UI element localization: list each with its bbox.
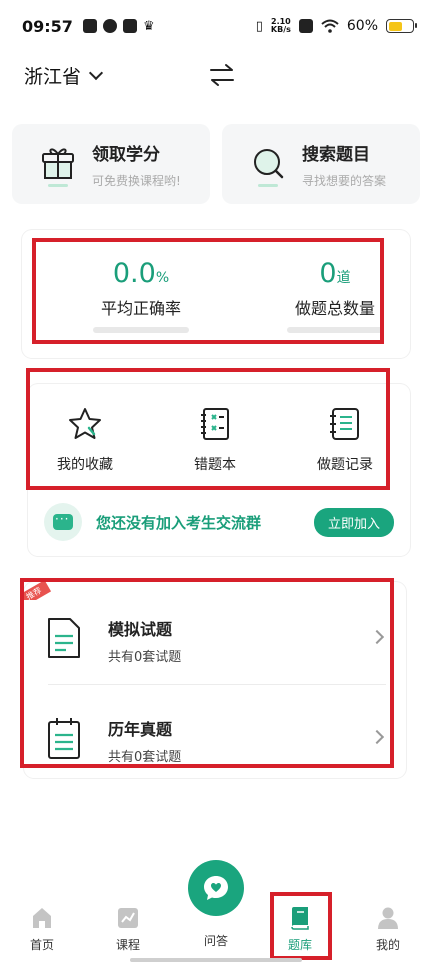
chart-icon <box>118 908 138 928</box>
province-selector[interactable]: 浙江省 <box>24 62 104 89</box>
chevron-down-icon <box>88 65 104 80</box>
person-icon <box>378 907 398 929</box>
question-count-label: 做题总数量 <box>294 299 375 318</box>
tab-profile[interactable]: 我的 <box>358 906 418 953</box>
search-icon <box>254 149 284 187</box>
question-count-value: 0道 <box>319 258 351 289</box>
tab-question-bank-label: 题库 <box>287 938 312 952</box>
record-icon <box>330 408 359 440</box>
message-icon <box>122 19 137 33</box>
wrong-book-icon <box>201 408 229 440</box>
accuracy-bar <box>93 327 189 333</box>
app-notification-icon <box>102 19 117 33</box>
accuracy-value: 0.0% <box>112 258 170 289</box>
past-exam-title: 历年真题 <box>108 720 173 739</box>
vibrate-icon: ▯ <box>255 18 263 34</box>
wrong-book-label: 错题本 <box>194 457 236 473</box>
status-time: 09:57 <box>22 16 73 36</box>
search-questions-subtitle: 寻找想要的答案 <box>302 174 387 188</box>
group-banner-text: 您还没有加入考生交流群 <box>96 513 262 532</box>
claim-credits-subtitle: 可免费换课程哟! <box>92 174 181 188</box>
top-header: 浙江省 <box>0 56 432 96</box>
past-exam-subtitle: 共有0套试题 <box>108 750 182 765</box>
battery-percent: 60% <box>346 18 378 34</box>
stats-card: 0.0% 平均正确率 0道 做题总数量 <box>22 230 410 358</box>
chevron-right-icon <box>369 729 385 745</box>
favorites-label: 我的收藏 <box>57 457 113 473</box>
accuracy-label: 平均正确率 <box>100 299 181 318</box>
battery-icon <box>386 19 417 33</box>
gift-icon <box>42 148 74 187</box>
practice-record-tool[interactable]: 做题记录 <box>290 406 400 474</box>
bottom-tab-bar: 首页 课程 问答 题库 我的 <box>0 900 432 964</box>
clipboard-icon <box>48 718 80 759</box>
claim-credits-card[interactable]: 领取学分 可免费换课程哟! <box>12 124 210 204</box>
accuracy-stat: 0.0% 平均正确率 <box>66 258 216 333</box>
chevron-right-icon <box>369 629 385 645</box>
wifi-icon <box>321 19 339 33</box>
question-count-bar <box>287 327 383 333</box>
mock-exam-row[interactable]: 模拟试题 共有0套试题 <box>28 590 398 686</box>
mock-exam-subtitle: 共有0套试题 <box>108 650 182 665</box>
join-group-button[interactable]: 立即加入 <box>313 507 394 537</box>
question-count-stat: 0道 做题总数量 <box>260 258 410 333</box>
book-icon <box>291 907 309 930</box>
mock-exam-title: 模拟试题 <box>108 620 173 639</box>
sim-icon <box>298 19 313 33</box>
past-exam-row[interactable]: 历年真题 共有0套试题 <box>28 690 398 786</box>
tab-home-label: 首页 <box>29 938 54 952</box>
tab-qa[interactable]: 问答 <box>186 932 246 949</box>
status-bar: 09:57 ♛ ▯ 2.10 KB/s 60% <box>0 0 432 52</box>
practice-record-label: 做题记录 <box>317 457 373 473</box>
tab-qa-label: 问答 <box>203 934 228 948</box>
wrong-book-tool[interactable]: 错题本 <box>160 406 270 474</box>
tab-courses-label: 课程 <box>115 938 140 952</box>
exam-divider <box>48 684 386 685</box>
claim-credits-title: 领取学分 <box>92 145 160 165</box>
notification-icon <box>82 19 97 33</box>
tab-courses[interactable]: 课程 <box>98 906 158 953</box>
star-icon <box>69 408 101 439</box>
chat-icon <box>44 503 82 541</box>
province-label: 浙江省 <box>24 66 82 88</box>
home-indicator <box>130 958 302 962</box>
swap-icon[interactable] <box>208 62 236 88</box>
favorites-tool[interactable]: 我的收藏 <box>30 406 140 474</box>
search-questions-title: 搜索题目 <box>302 145 370 165</box>
tab-question-bank[interactable]: 题库 <box>270 906 330 953</box>
crown-icon: ♛ <box>142 18 155 34</box>
heart-chat-icon <box>204 876 228 900</box>
network-speed: 2.10 KB/s <box>270 17 291 34</box>
tab-home[interactable]: 首页 <box>12 906 72 953</box>
tab-profile-label: 我的 <box>375 938 400 952</box>
group-banner: 您还没有加入考生交流群 立即加入 <box>44 502 394 542</box>
home-icon <box>33 908 51 928</box>
document-icon <box>48 618 80 658</box>
search-questions-card[interactable]: 搜索题目 寻找想要的答案 <box>222 124 420 204</box>
